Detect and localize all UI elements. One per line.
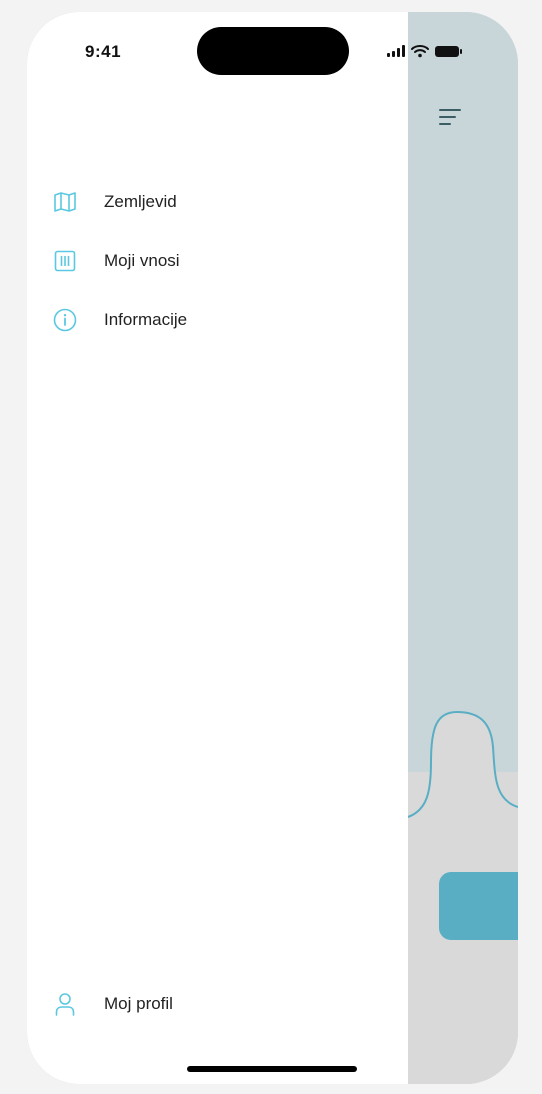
background-action-button[interactable]: [439, 872, 518, 940]
menu-item-label: Zemljevid: [104, 192, 177, 211]
cellular-signal-icon: [387, 45, 405, 57]
menu-item-moji-vnosi[interactable]: Moji vnosi: [53, 246, 187, 276]
status-time: 9:41: [85, 42, 122, 61]
info-icon: [53, 308, 77, 332]
home-indicator: [187, 1066, 357, 1072]
hamburger-menu-icon[interactable]: [439, 109, 465, 131]
menu-item-label: Informacije: [104, 310, 188, 329]
map-icon: [53, 190, 77, 214]
menu-item-moj-profil[interactable]: Moj profil: [53, 992, 173, 1016]
wifi-icon: [411, 45, 429, 58]
phone-frame: 9:41 Zemljevid Moji vnosi Informacije Mo…: [27, 12, 518, 1084]
navigation-drawer: 9:41 Zemljevid Moji vnosi Informacije Mo…: [27, 12, 408, 1084]
menu-item-label: Moji vnosi: [104, 251, 180, 270]
battery-icon: [435, 45, 462, 57]
menu-item-zemljevid[interactable]: Zemljevid: [53, 187, 187, 217]
profile-label: Moj profil: [104, 994, 173, 1013]
drawer-menu: Zemljevid Moji vnosi Informacije: [53, 187, 187, 364]
menu-item-informacije[interactable]: Informacije: [53, 305, 187, 335]
entries-icon: [53, 249, 77, 273]
user-icon: [53, 992, 77, 1016]
dynamic-island: [197, 27, 349, 75]
status-icons: [387, 42, 487, 60]
